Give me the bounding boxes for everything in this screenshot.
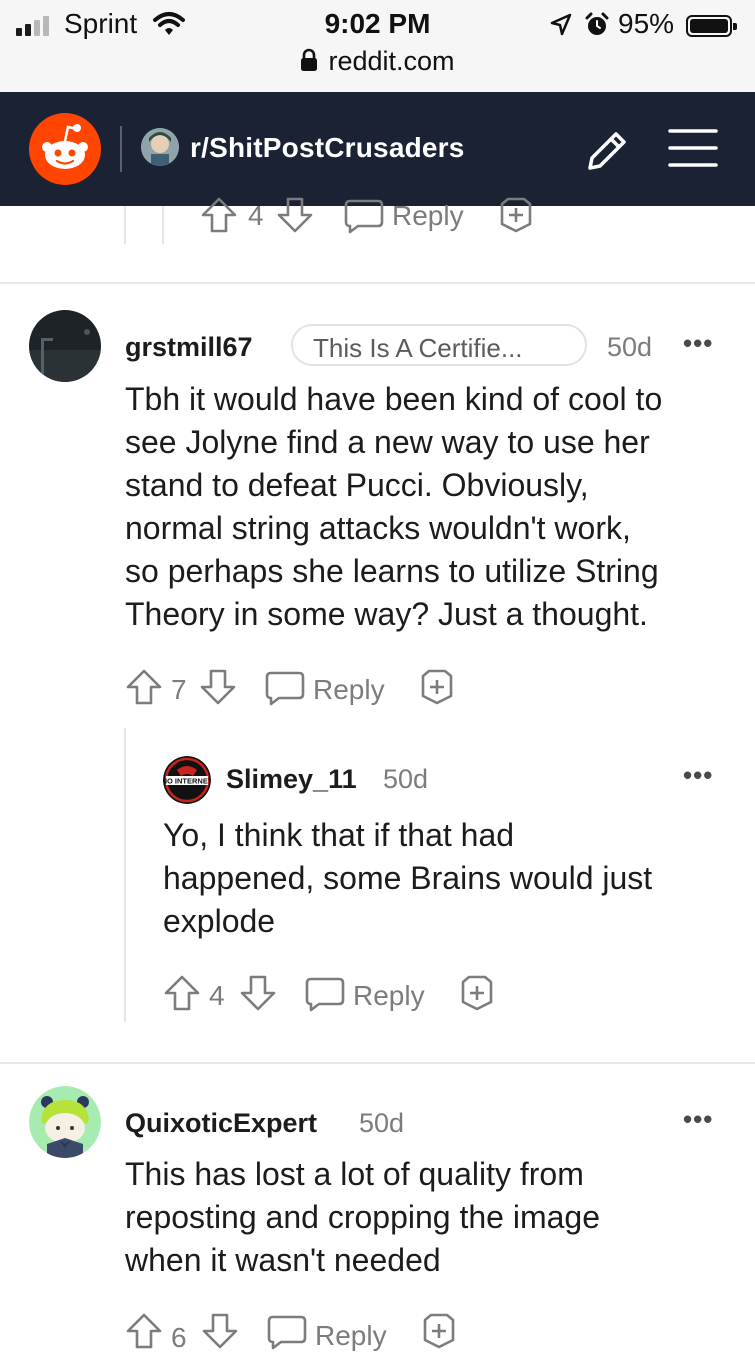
header-divider	[120, 126, 122, 172]
subreddit-name[interactable]: r/ShitPostCrusaders	[190, 132, 465, 164]
comment-line: so perhaps she learns to utilize String	[125, 553, 659, 589]
reply-button[interactable]: Reply	[315, 1320, 387, 1352]
avatar[interactable]	[29, 310, 101, 382]
comment-body: Yo, I think that if that had happened, s…	[163, 814, 733, 943]
comment-line: explode	[163, 903, 276, 939]
status-bar: Sprint 9:02 PM 95% reddit.com	[0, 0, 755, 92]
reply-button[interactable]: Reply	[392, 200, 464, 232]
address-bar[interactable]: reddit.com	[0, 46, 755, 77]
downvote-icon[interactable]	[239, 974, 277, 1012]
comment-age: 50d	[383, 764, 429, 794]
award-icon[interactable]	[498, 196, 534, 234]
upvote-icon[interactable]	[125, 1312, 163, 1350]
reply-button[interactable]: Reply	[313, 674, 385, 706]
comment-body: Tbh it would have been kind of cool to s…	[125, 378, 735, 636]
more-options-icon[interactable]: •••	[683, 328, 713, 359]
comment-actions: 4 Reply	[200, 196, 560, 236]
user-flair[interactable]: This Is A Certifie...	[291, 324, 587, 366]
vote-count: 6	[171, 1322, 187, 1353]
downvote-icon[interactable]	[199, 668, 237, 706]
reply-icon[interactable]	[305, 976, 345, 1012]
more-options-icon[interactable]: •••	[683, 760, 713, 791]
comment-body: This has lost a lot of quality from repo…	[125, 1153, 735, 1282]
subreddit-avatar[interactable]	[141, 128, 179, 166]
upvote-icon[interactable]	[163, 974, 201, 1012]
reply-icon[interactable]	[267, 1314, 307, 1350]
comment-line: happened, some Brains would just	[163, 860, 653, 896]
reply-button[interactable]: Reply	[353, 980, 425, 1012]
avatar-badge-text: NO INTERNET	[163, 777, 211, 786]
comment-line: stand to defeat Pucci. Obviously,	[125, 467, 589, 503]
award-icon[interactable]	[421, 1312, 457, 1350]
vote-count: 4	[209, 980, 225, 1011]
vote-count: 7	[171, 674, 187, 705]
comment-line: Tbh it would have been kind of cool to	[125, 381, 663, 417]
comment-separator	[0, 282, 755, 284]
reply-icon[interactable]	[265, 670, 305, 706]
thread-line	[162, 206, 164, 244]
upvote-icon[interactable]	[125, 668, 163, 706]
avatar[interactable]	[29, 1086, 101, 1158]
reply-icon[interactable]	[344, 198, 384, 234]
edit-pencil-icon[interactable]	[582, 126, 632, 176]
alarm-clock-icon	[585, 12, 609, 35]
downvote-icon[interactable]	[201, 1312, 239, 1350]
comment-author[interactable]: grstmill67	[125, 332, 253, 363]
comment-actions: 4 Reply	[163, 974, 523, 1014]
downvote-icon[interactable]	[276, 196, 314, 234]
award-icon[interactable]	[459, 974, 495, 1012]
avatar[interactable]: NO INTERNET	[163, 756, 211, 804]
battery-percentage: 95%	[618, 8, 675, 39]
comment-actions: 7 Reply	[125, 668, 485, 708]
comment-author[interactable]: Slimey_11	[226, 764, 357, 795]
comment-age: 50d	[607, 332, 653, 362]
comment-line: see Jolyne find a new way to use her	[125, 424, 650, 460]
comment-age: 50d	[359, 1108, 405, 1138]
more-options-icon[interactable]: •••	[683, 1104, 713, 1135]
comment-line: This has lost a lot of quality from	[125, 1156, 584, 1192]
comment-actions: 6 Reply	[125, 1312, 485, 1353]
comment-line: Yo, I think that if that had	[163, 817, 515, 853]
battery-icon	[686, 15, 737, 37]
comment-separator	[0, 1062, 755, 1064]
location-arrow-icon	[550, 13, 572, 36]
comment-line: when it wasn't needed	[125, 1242, 441, 1278]
lock-icon	[301, 48, 318, 71]
thread-line	[124, 728, 126, 1022]
reddit-logo-icon[interactable]	[29, 113, 101, 185]
comment-line: normal string attacks wouldn't work,	[125, 510, 631, 546]
comment-author[interactable]: QuixoticExpert	[125, 1108, 317, 1139]
vote-count: 4	[248, 200, 264, 231]
thread-line	[124, 206, 126, 244]
comment-line: reposting and cropping the image	[125, 1199, 600, 1235]
hamburger-menu-icon[interactable]	[668, 128, 718, 170]
award-icon[interactable]	[419, 668, 455, 706]
upvote-icon[interactable]	[200, 196, 238, 234]
url-text: reddit.com	[328, 46, 455, 76]
comment-line: Theory in some way? Just a thought.	[125, 596, 648, 632]
